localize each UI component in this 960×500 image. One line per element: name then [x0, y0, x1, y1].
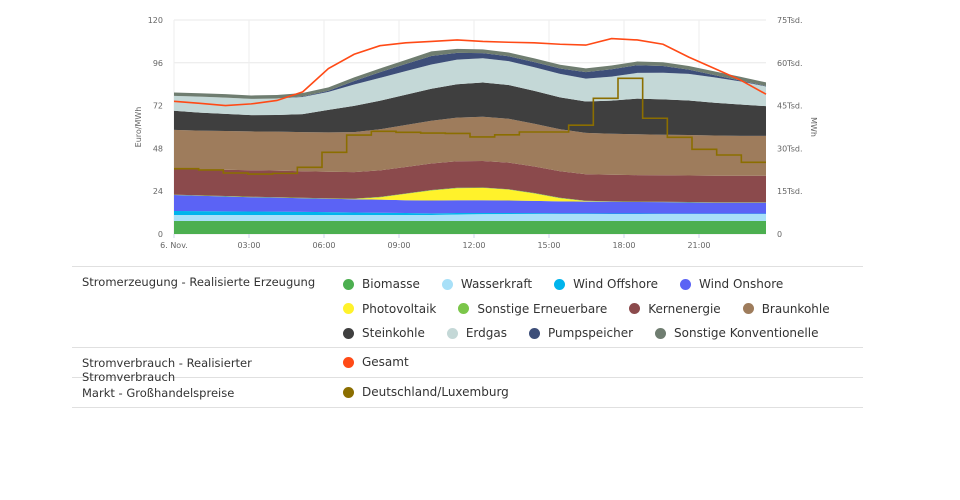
legend-item-label: Sonstige Konventionelle: [674, 326, 819, 341]
x-tick-label: 06:00: [312, 241, 335, 250]
legend-item-deutschland-luxemburg[interactable]: Deutschland/Luxemburg: [343, 380, 509, 405]
x-tick-label: 09:00: [387, 241, 410, 250]
y-right-tick-label: 15Tsd.: [777, 187, 803, 196]
legend-item-erdgas[interactable]: Erdgas: [446, 321, 507, 346]
legend-item-biomasse[interactable]: Biomasse: [343, 272, 420, 297]
y-right-tick-label: 60Tsd.: [777, 59, 803, 68]
legend-item-label: Sonstige Erneuerbare: [477, 301, 608, 316]
y-left-tick-label: 96: [153, 59, 163, 68]
legend-item-label: Erdgas: [465, 326, 507, 341]
y-axis-right: 0 15Tsd. 30Tsd. 45Tsd. 60Tsd. 75Tsd.: [777, 16, 803, 239]
y-right-tick-label: 45Tsd.: [777, 102, 803, 111]
legend-dot-icon: [446, 327, 458, 339]
legend-dot-icon: [343, 303, 354, 315]
y-axis-right-title: MWh: [809, 117, 818, 137]
y-left-tick-label: 0: [158, 230, 163, 239]
legend-item-label: Gesamt: [362, 355, 409, 370]
legend-item-wind-onshore[interactable]: Wind Onshore: [680, 272, 783, 297]
x-tick-label: 21:00: [687, 241, 710, 250]
y-right-tick-label: 30Tsd.: [777, 144, 803, 153]
legend-item-sonstige-erneuerbare[interactable]: Sonstige Erneuerbare: [458, 297, 607, 322]
legend-dot-icon: [343, 356, 354, 368]
legend-item-wasserkraft[interactable]: Wasserkraft: [441, 272, 533, 297]
legend-item-label: Biomasse: [362, 277, 420, 292]
y-left-tick-label: 120: [148, 16, 163, 25]
legend-dot-icon: [343, 327, 354, 339]
legend-item-label: Wind Onshore: [699, 277, 784, 292]
x-tick-label: 6. Nov.: [160, 241, 188, 250]
y-left-tick-label: 48: [153, 144, 163, 153]
legend-dot-icon: [629, 303, 641, 315]
legend-items: Gesamt: [330, 348, 863, 377]
legend-items: Biomasse Wasserkraft Wind Offshore Wind Ons…: [330, 267, 863, 347]
legend-item-label: Deutschland/Luxemburg: [362, 385, 509, 400]
legend-items: Deutschland/Luxemburg: [330, 378, 863, 407]
x-tick-label: 15:00: [537, 241, 560, 250]
legend-item-label: Kernenergie: [648, 301, 721, 316]
legend-dot-icon: [458, 303, 470, 315]
legend-item-label: Steinkohle: [362, 326, 425, 341]
legend-dot-icon: [680, 278, 692, 290]
y-right-tick-label: 75Tsd.: [777, 16, 803, 25]
legend-dot-icon: [343, 386, 354, 398]
stacked-areas: [174, 48, 766, 234]
legend-item-label: Pumpspeicher: [548, 326, 634, 341]
legend: Stromerzeugung - Realisierte Erzeugung B…: [72, 266, 863, 408]
x-tick-label: 12:00: [462, 241, 485, 250]
legend-dot-icon: [343, 278, 354, 290]
legend-item-label: Wasserkraft: [460, 277, 533, 292]
area-biomasse: [174, 221, 766, 234]
legend-group-label: Markt - Großhandelspreise: [82, 386, 235, 400]
legend-item-photovoltaik[interactable]: Photovoltaik: [343, 297, 436, 322]
x-tick-label: 03:00: [237, 241, 260, 250]
y-right-tick-label: 0: [777, 230, 782, 239]
legend-item-label: Photovoltaik: [362, 301, 437, 316]
legend-group-consumption: Stromverbrauch - Realisierter Stromverbr…: [72, 347, 863, 384]
y-axis-left-title: Euro/MWh: [134, 107, 143, 148]
y-left-tick-label: 24: [153, 187, 163, 196]
legend-dot-icon: [655, 327, 667, 339]
electricity-chart: 6. Nov. 03:00 06:00 09:00 12:00 15:00 18:00 21:…: [134, 16, 818, 250]
legend-item-label: Braunkohle: [761, 301, 830, 316]
y-left-tick-label: 72: [153, 102, 163, 111]
legend-item-kernenergie[interactable]: Kernenergie: [629, 297, 721, 322]
x-tick-label: 18:00: [612, 241, 635, 250]
legend-dot-icon: [441, 278, 453, 290]
legend-group-generation: Stromerzeugung - Realisierte Erzeugung B…: [72, 266, 863, 347]
area-wasserkraft: [174, 214, 766, 222]
legend-item-steinkohle[interactable]: Steinkohle: [343, 321, 425, 346]
legend-item-label: Wind Offshore: [573, 277, 659, 292]
legend-item-pumpspeicher[interactable]: Pumpspeicher: [529, 321, 633, 346]
legend-dot-icon: [742, 303, 754, 315]
legend-group-label: Stromverbrauch - Realisierter Stromverbr…: [82, 356, 252, 384]
y-axis-left: 0 24 48 72 96 120: [148, 16, 163, 239]
legend-dot-icon: [529, 327, 540, 339]
legend-group-market: Markt - Großhandelspreise Deutschland/Lu…: [72, 377, 863, 408]
legend-item-sonstige-konventionelle[interactable]: Sonstige Konventionelle: [655, 321, 818, 346]
legend-item-wind-offshore[interactable]: Wind Offshore: [554, 272, 658, 297]
legend-dot-icon: [554, 278, 566, 290]
legend-group-label: Stromerzeugung - Realisierte Erzeugung: [82, 275, 316, 289]
legend-item-braunkohle[interactable]: Braunkohle: [742, 297, 830, 322]
x-axis: 6. Nov. 03:00 06:00 09:00 12:00 15:00 18:00 21:…: [160, 234, 711, 250]
legend-item-gesamt[interactable]: Gesamt: [343, 350, 409, 375]
